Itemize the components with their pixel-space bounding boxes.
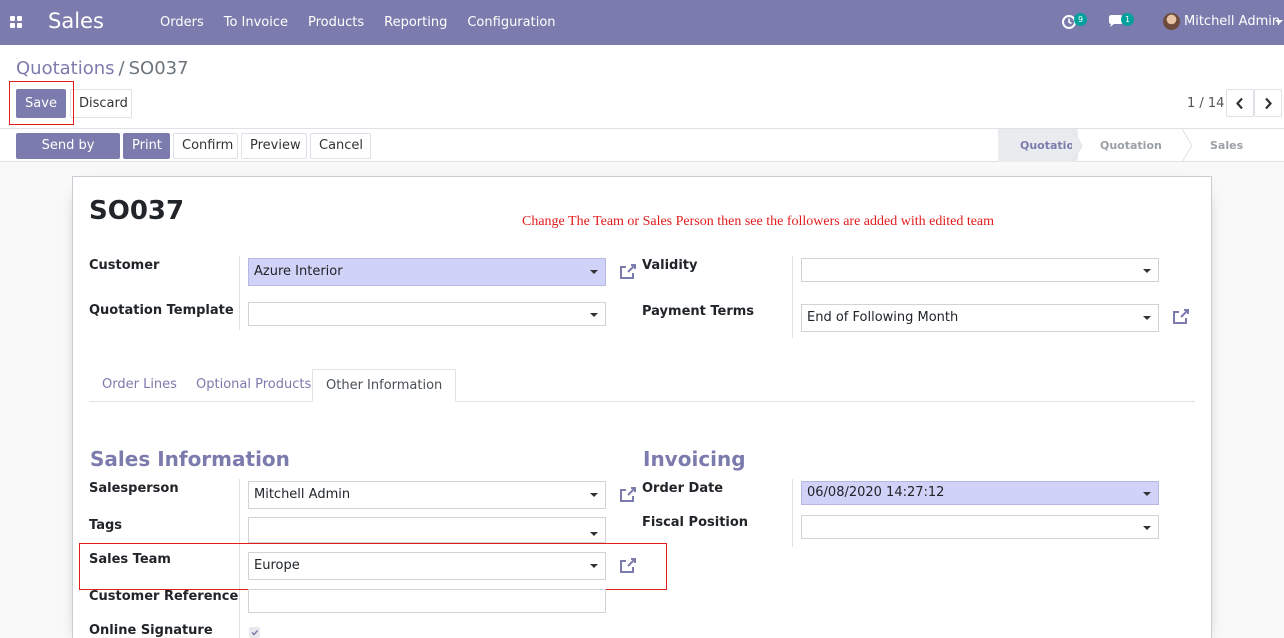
sales-team-highlight-box: [79, 543, 667, 590]
breadcrumb: Quotations / SO037: [16, 58, 189, 79]
messages-badge: 1: [1121, 13, 1134, 26]
order-date-value: 06/08/2020 14:27:12: [807, 485, 945, 500]
user-menu-caret-icon[interactable]: [1275, 20, 1283, 24]
chevron-right-icon: [1265, 97, 1272, 110]
dropdown-caret-icon[interactable]: [1143, 526, 1151, 530]
tags-label: Tags: [89, 518, 123, 533]
pager-value: 1 / 14: [1187, 96, 1225, 111]
divider: [792, 479, 793, 547]
divider: [239, 256, 240, 330]
preview-button[interactable]: Preview: [241, 133, 307, 159]
send-by-email-button[interactable]: Send by Email: [16, 133, 120, 177]
breadcrumb-current: SO037: [128, 58, 189, 79]
payment-terms-label: Payment Terms: [642, 304, 755, 319]
menu-reporting[interactable]: Reporting: [374, 0, 457, 45]
status-quotation[interactable]: Quotation: [998, 129, 1082, 162]
print-button[interactable]: Print: [123, 133, 170, 159]
salesperson-value: Mitchell Admin: [254, 487, 351, 502]
external-link-icon[interactable]: [618, 262, 638, 282]
sales-information-title: Sales Information: [90, 447, 290, 471]
dropdown-caret-icon[interactable]: [590, 493, 598, 497]
tab-optional-products-label: Optional Products: [196, 377, 312, 392]
breadcrumb-quotations[interactable]: Quotations: [16, 58, 115, 79]
check-icon: [251, 630, 259, 636]
tab-order-lines[interactable]: Order Lines: [89, 369, 190, 402]
customer-label: Customer: [89, 258, 160, 273]
tutorial-annotation: Change The Team or Sales Person then see…: [522, 214, 995, 229]
record-title: SO037: [89, 196, 185, 226]
invoicing-title: Invoicing: [643, 447, 746, 471]
external-link-icon[interactable]: [1171, 307, 1191, 327]
top-navbar: Sales Orders To Invoice Products Reporti…: [0, 0, 1284, 45]
chevron-left-icon: [1236, 97, 1243, 110]
dropdown-caret-icon[interactable]: [590, 313, 598, 317]
customer-reference-field[interactable]: [248, 589, 606, 613]
divider: [792, 256, 793, 338]
fiscal-position-label: Fiscal Position: [642, 515, 749, 530]
dropdown-caret-icon[interactable]: [590, 532, 598, 536]
salesperson-label: Salesperson: [89, 481, 179, 496]
order-date-field[interactable]: 06/08/2020 14:27:12: [801, 481, 1159, 505]
pager-previous-button[interactable]: [1226, 89, 1254, 117]
payment-terms-field[interactable]: End of Following Month: [801, 304, 1159, 332]
tab-other-information[interactable]: Other Information: [312, 369, 457, 402]
apps-grid-icon[interactable]: [10, 16, 23, 29]
status-separator-icon: [1182, 129, 1193, 162]
payment-terms-value: End of Following Month: [807, 310, 959, 325]
customer-value: Azure Interior: [254, 264, 343, 279]
pager-next-button[interactable]: [1254, 89, 1282, 117]
order-date-label: Order Date: [642, 481, 724, 496]
status-sales-order[interactable]: Sales Order: [1188, 129, 1284, 185]
activity-badge: 9: [1074, 13, 1087, 26]
dropdown-caret-icon[interactable]: [1143, 269, 1151, 273]
status-steps: Quotation Quotation Sent Sales Order: [998, 129, 1284, 185]
control-panel: [0, 45, 1284, 129]
dropdown-caret-icon[interactable]: [1143, 316, 1151, 320]
quotation-template-field[interactable]: [248, 302, 606, 326]
menu-configuration[interactable]: Configuration: [457, 0, 565, 45]
validity-label: Validity: [642, 258, 698, 273]
tab-order-lines-label: Order Lines: [102, 377, 177, 392]
online-signature-label: Online Signature: [89, 623, 213, 638]
quotation-template-label: Quotation Template: [89, 303, 234, 318]
user-name[interactable]: Mitchell Admin: [1184, 14, 1280, 29]
tab-optional-products[interactable]: Optional Products: [183, 369, 324, 402]
main-menu: Orders To Invoice Products Reporting Con…: [150, 0, 566, 45]
external-link-icon[interactable]: [618, 485, 638, 505]
save-highlight-box: [9, 81, 74, 125]
online-signature-checkbox[interactable]: [249, 627, 260, 638]
salesperson-field[interactable]: Mitchell Admin: [248, 481, 606, 509]
cancel-button[interactable]: Cancel: [310, 133, 371, 159]
customer-field[interactable]: Azure Interior: [248, 258, 606, 286]
status-separator-icon: [1072, 129, 1083, 162]
tab-other-information-label: Other Information: [326, 378, 443, 393]
fiscal-position-field[interactable]: [801, 515, 1159, 539]
menu-orders[interactable]: Orders: [150, 0, 214, 45]
menu-to-invoice[interactable]: To Invoice: [214, 0, 298, 45]
menu-products[interactable]: Products: [298, 0, 374, 45]
dropdown-caret-icon[interactable]: [1143, 492, 1151, 496]
confirm-button[interactable]: Confirm: [173, 133, 238, 159]
tags-field[interactable]: [248, 517, 606, 543]
breadcrumb-separator: /: [118, 58, 125, 79]
user-avatar[interactable]: [1163, 13, 1180, 30]
customer-reference-label: Customer Reference: [89, 589, 239, 604]
discard-button[interactable]: Discard: [70, 89, 132, 118]
validity-field[interactable]: [801, 258, 1159, 282]
dropdown-caret-icon[interactable]: [590, 270, 598, 274]
app-title[interactable]: Sales: [48, 9, 104, 33]
status-quotation-sent[interactable]: Quotation Sent: [1078, 129, 1188, 185]
